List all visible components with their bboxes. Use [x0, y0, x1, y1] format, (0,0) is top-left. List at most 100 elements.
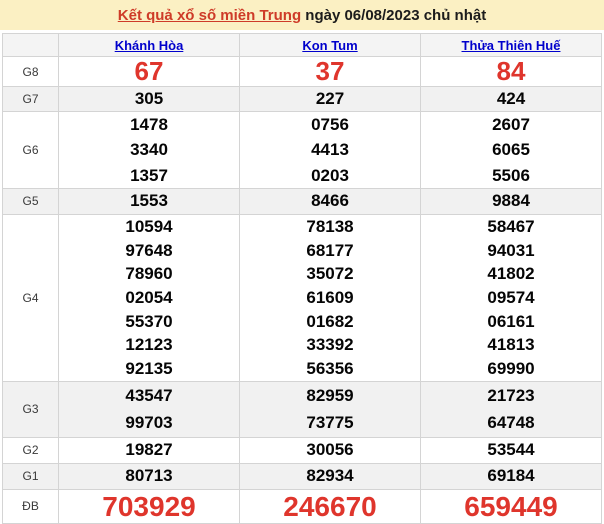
result-number: 1553: [59, 189, 239, 213]
result-number: 37: [240, 57, 420, 86]
result-cell: 67: [59, 57, 240, 87]
result-number: 19827: [59, 438, 239, 462]
result-cell: 1478 3340 1357: [59, 112, 240, 189]
result-cell: 703929: [59, 489, 240, 523]
result-number: 9884: [421, 189, 601, 213]
result-cell: 43547 99703: [59, 381, 240, 437]
result-number: 30056: [240, 438, 420, 462]
result-cell: 84: [421, 57, 602, 87]
result-number: 21723: [421, 382, 601, 410]
result-number: 703929: [59, 490, 239, 523]
result-cell: 246670: [240, 489, 421, 523]
result-number: 424: [421, 87, 601, 111]
result-number: 53544: [421, 438, 601, 462]
result-number: 02054: [59, 286, 239, 310]
prize-row-g3: G3 43547 99703 82959 73775 21723 64748: [3, 381, 602, 437]
prize-row-g8: G8 67 37 84: [3, 57, 602, 87]
result-number: 1478: [59, 112, 239, 137]
result-number: 78138: [240, 215, 420, 239]
result-cell: 69184: [421, 463, 602, 489]
result-cell: 37: [240, 57, 421, 87]
result-number: 0756: [240, 112, 420, 137]
result-number: 69990: [421, 357, 601, 381]
result-number: 94031: [421, 239, 601, 263]
result-number: 8466: [240, 189, 420, 213]
result-number: 58467: [421, 215, 601, 239]
title-link[interactable]: Kết quả xổ số miền Trung: [118, 7, 301, 24]
prize-label-g7: G7: [3, 87, 59, 112]
result-cell: 58467 94031 41802 09574 06161 41813 6999…: [421, 214, 602, 381]
result-number: 33392: [240, 333, 420, 357]
result-number: 80713: [59, 464, 239, 488]
prize-row-g5: G5 1553 8466 9884: [3, 188, 602, 214]
header-row: Khánh Hòa Kon Tum Thửa Thiên Huế: [3, 34, 602, 57]
result-number: 99703: [59, 409, 239, 437]
result-number: 55370: [59, 310, 239, 334]
header-kon-tum: Kon Tum: [240, 34, 421, 57]
result-number: 305: [59, 87, 239, 111]
result-cell: 21723 64748: [421, 381, 602, 437]
prize-label-g8: G8: [3, 57, 59, 87]
result-cell: 10594 97648 78960 02054 55370 12123 9213…: [59, 214, 240, 381]
result-number: 78960: [59, 262, 239, 286]
result-number: 92135: [59, 357, 239, 381]
result-number: 3340: [59, 137, 239, 162]
result-number: 10594: [59, 215, 239, 239]
header-khanh-hoa: Khánh Hòa: [59, 34, 240, 57]
result-cell: 30056: [240, 437, 421, 463]
header-thua-thien-hue: Thửa Thiên Huế: [421, 34, 602, 57]
result-number: 84: [421, 57, 601, 86]
result-number: 09574: [421, 286, 601, 310]
result-number: 06161: [421, 310, 601, 334]
result-number: 4413: [240, 137, 420, 162]
result-number: 41813: [421, 333, 601, 357]
prize-row-g4: G4 10594 97648 78960 02054 55370 12123 9…: [3, 214, 602, 381]
result-number: 97648: [59, 239, 239, 263]
result-number: 68177: [240, 239, 420, 263]
result-number: 01682: [240, 310, 420, 334]
result-number: 659449: [421, 490, 601, 523]
result-number: 1357: [59, 163, 239, 188]
prize-row-db: ĐB 703929 246670 659449: [3, 489, 602, 523]
result-number: 67: [59, 57, 239, 86]
result-number: 82934: [240, 464, 420, 488]
result-number: 56356: [240, 357, 420, 381]
prize-label-db: ĐB: [3, 489, 59, 523]
result-cell: 53544: [421, 437, 602, 463]
result-number: 246670: [240, 490, 420, 523]
prize-row-g1: G1 80713 82934 69184: [3, 463, 602, 489]
prize-row-g2: G2 19827 30056 53544: [3, 437, 602, 463]
result-cell: 82959 73775: [240, 381, 421, 437]
result-cell: 78138 68177 35072 61609 01682 33392 5635…: [240, 214, 421, 381]
result-number: 227: [240, 87, 420, 111]
prize-label-g6: G6: [3, 112, 59, 189]
result-number: 61609: [240, 286, 420, 310]
title-date: ngày 06/08/2023 chủ nhật: [301, 7, 486, 24]
result-number: 0203: [240, 163, 420, 188]
result-cell: 227: [240, 87, 421, 112]
prize-label-g5: G5: [3, 188, 59, 214]
province-link-khanh-hoa[interactable]: Khánh Hòa: [115, 38, 184, 53]
result-number: 6065: [421, 137, 601, 162]
province-link-kon-tum[interactable]: Kon Tum: [302, 38, 357, 53]
result-cell: 80713: [59, 463, 240, 489]
result-cell: 0756 4413 0203: [240, 112, 421, 189]
prize-row-g7: G7 305 227 424: [3, 87, 602, 112]
result-cell: 2607 6065 5506: [421, 112, 602, 189]
results-table: Khánh Hòa Kon Tum Thửa Thiên Huế G8 67 3…: [2, 33, 602, 524]
prize-row-g6: G6 1478 3340 1357 0756 4413 0203 2607 60…: [3, 112, 602, 189]
result-number: 73775: [240, 409, 420, 437]
prize-label-g2: G2: [3, 437, 59, 463]
result-number: 69184: [421, 464, 601, 488]
result-cell: 424: [421, 87, 602, 112]
result-cell: 8466: [240, 188, 421, 214]
result-cell: 1553: [59, 188, 240, 214]
province-link-thua-thien-hue[interactable]: Thửa Thiên Huế: [462, 38, 561, 53]
prize-label-g1: G1: [3, 463, 59, 489]
prize-label-g4: G4: [3, 214, 59, 381]
result-cell: 82934: [240, 463, 421, 489]
result-number: 12123: [59, 333, 239, 357]
header-empty-cell: [3, 34, 59, 57]
prize-label-g3: G3: [3, 381, 59, 437]
result-cell: 9884: [421, 188, 602, 214]
